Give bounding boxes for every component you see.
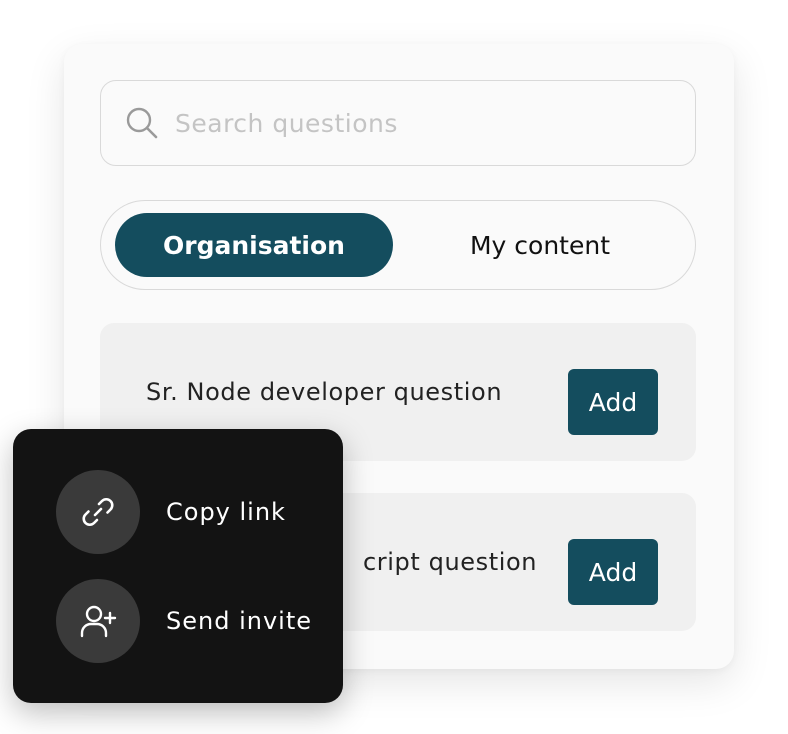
- search-box[interactable]: [100, 80, 696, 166]
- add-question-button[interactable]: Add: [568, 539, 658, 605]
- add-button-label: Add: [588, 387, 638, 417]
- link-icon: [56, 470, 140, 554]
- tab-my-content-label: My content: [469, 230, 611, 260]
- add-button-label: Add: [588, 557, 638, 587]
- tab-my-content[interactable]: My content: [401, 213, 679, 277]
- tab-organisation[interactable]: Organisation: [115, 213, 393, 277]
- add-question-button[interactable]: Add: [568, 369, 658, 435]
- search-input[interactable]: [173, 107, 657, 139]
- search-icon: [125, 106, 159, 140]
- send-invite-item[interactable]: Send invite: [56, 579, 312, 663]
- send-invite-label: Send invite: [166, 607, 312, 635]
- content-source-toggle: Organisation My content: [100, 200, 696, 290]
- tab-organisation-label: Organisation: [163, 230, 345, 260]
- question-title: cript question: [363, 548, 538, 576]
- share-menu: Copy link Send invite: [13, 429, 343, 703]
- copy-link-item[interactable]: Copy link: [56, 470, 286, 554]
- copy-link-label: Copy link: [166, 498, 286, 526]
- question-title: Sr. Node developer question: [146, 378, 503, 406]
- add-user-icon: [56, 579, 140, 663]
- stage: Organisation My content Sr. Node develop…: [0, 0, 788, 734]
